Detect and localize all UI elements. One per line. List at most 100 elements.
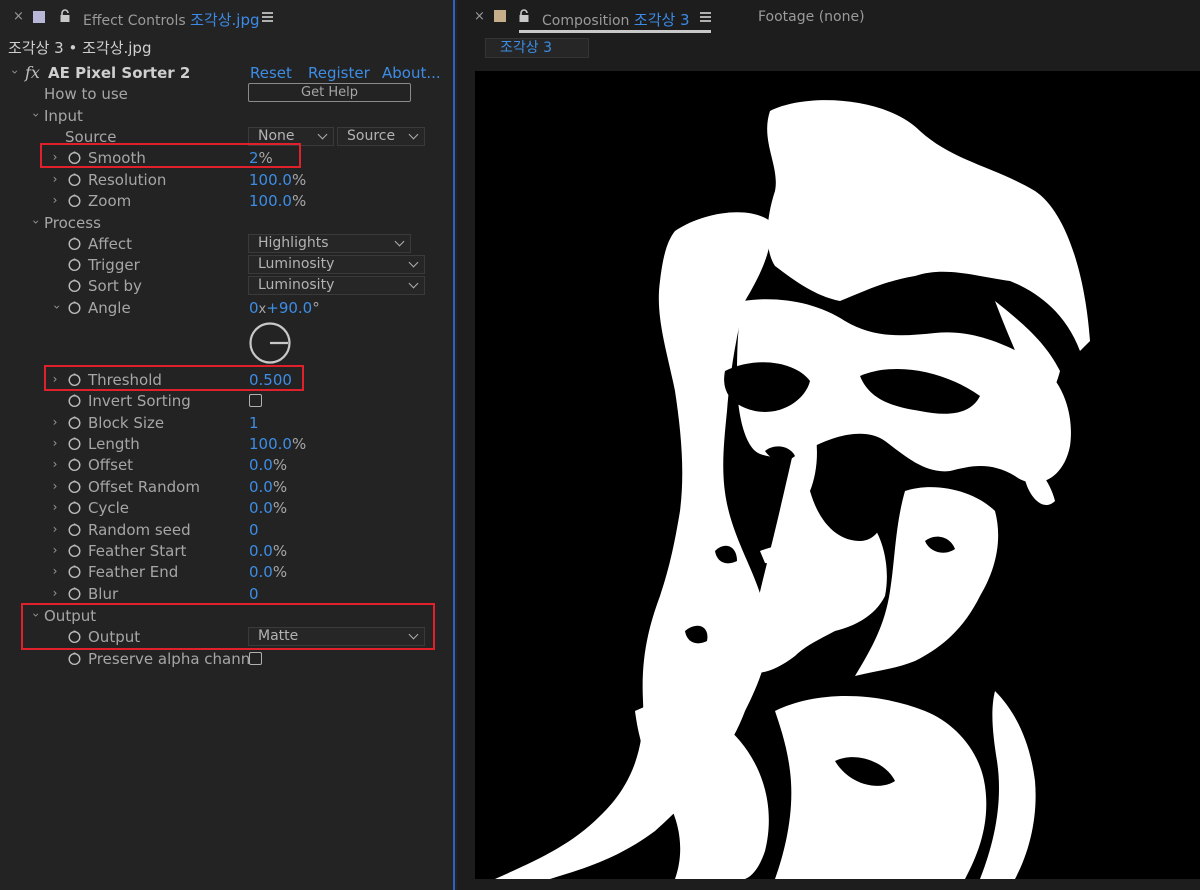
highlight-box-smooth	[40, 143, 301, 168]
effect-header: › fx AE Pixel Sorter 2 Reset Register Ab…	[0, 62, 453, 84]
lock-icon[interactable]	[59, 9, 71, 23]
close-icon[interactable]: ×	[474, 9, 485, 24]
length-unit: %	[291, 435, 307, 453]
register-link[interactable]: Register	[308, 64, 370, 82]
composition-viewer[interactable]	[475, 71, 1200, 879]
stopwatch-icon[interactable]	[68, 458, 81, 471]
affect-value: Highlights	[258, 235, 329, 251]
stopwatch-icon[interactable]	[68, 416, 81, 429]
chevron-down-icon[interactable]: ›	[29, 217, 43, 227]
stopwatch-icon[interactable]	[68, 394, 81, 407]
feather-start-value-field[interactable]: 0.0%	[249, 542, 287, 560]
resolution-row: › Resolution 100.0%	[0, 170, 453, 191]
how-to-use-label: How to use	[44, 85, 128, 103]
reset-link[interactable]: Reset	[250, 64, 292, 82]
cycle-value[interactable]: 0.0	[249, 499, 273, 517]
block-size-row: › Block Size 1	[0, 413, 453, 434]
blur-value[interactable]: 0	[249, 585, 259, 603]
resolution-value-field[interactable]: 100.0%	[249, 171, 306, 189]
offset-unit: %	[272, 456, 288, 474]
tab-composition[interactable]: Composition 조각상 3	[542, 9, 690, 30]
zoom-unit: %	[291, 192, 307, 210]
chevron-right-icon[interactable]: ›	[50, 436, 60, 450]
stopwatch-icon[interactable]	[68, 173, 81, 186]
feather-start-value[interactable]: 0.0	[249, 542, 273, 560]
chevron-right-icon[interactable]: ›	[50, 500, 60, 514]
close-icon[interactable]: ×	[13, 9, 24, 24]
affect-label: Affect	[88, 235, 132, 253]
process-group-row[interactable]: › Process	[0, 213, 453, 234]
preserve-alpha-checkbox[interactable]	[249, 652, 262, 665]
resolution-value[interactable]: 100.0	[249, 171, 292, 189]
length-value[interactable]: 100.0	[249, 435, 292, 453]
trigger-row: Trigger Luminosity	[0, 255, 453, 276]
feather-end-value-field[interactable]: 0.0%	[249, 563, 287, 581]
chevron-down-icon[interactable]: ›	[8, 67, 22, 77]
affect-dropdown[interactable]: Highlights	[248, 234, 411, 253]
zoom-value-field[interactable]: 100.0%	[249, 192, 306, 210]
stopwatch-icon[interactable]	[68, 587, 81, 600]
stopwatch-icon[interactable]	[68, 437, 81, 450]
chevron-right-icon[interactable]: ›	[50, 522, 60, 536]
angle-value-field[interactable]: 0x+90.0°	[249, 299, 320, 317]
angle-revolutions[interactable]: 0	[249, 299, 259, 317]
chevron-down-icon[interactable]: ›	[50, 302, 64, 312]
hamburger-menu-icon[interactable]	[262, 12, 273, 25]
zoom-value[interactable]: 100.0	[249, 192, 292, 210]
chevron-right-icon[interactable]: ›	[50, 564, 60, 578]
source-mode-dropdown[interactable]: Source	[337, 127, 425, 146]
tab-effect-controls-file: 조각상.jpg	[190, 11, 260, 29]
stopwatch-icon[interactable]	[68, 523, 81, 536]
stopwatch-icon[interactable]	[68, 501, 81, 514]
about-link[interactable]: About...	[382, 64, 441, 82]
effect-name[interactable]: AE Pixel Sorter 2	[48, 64, 190, 82]
chevron-right-icon[interactable]: ›	[50, 415, 60, 429]
stopwatch-icon[interactable]	[68, 301, 81, 314]
block-size-value[interactable]: 1	[249, 414, 259, 432]
feather-end-value[interactable]: 0.0	[249, 563, 273, 581]
chevron-down-icon	[317, 129, 328, 140]
random-seed-value[interactable]: 0	[249, 521, 259, 539]
offset-random-value[interactable]: 0.0	[249, 478, 273, 496]
stopwatch-icon[interactable]	[68, 258, 81, 271]
sort-by-dropdown[interactable]: Luminosity	[248, 276, 425, 295]
offset-random-value-field[interactable]: 0.0%	[249, 478, 287, 496]
stopwatch-icon[interactable]	[68, 480, 81, 493]
length-label: Length	[88, 435, 140, 453]
chevron-down-icon[interactable]: ›	[29, 110, 43, 120]
tab-footage[interactable]: Footage (none)	[758, 9, 865, 25]
trigger-dropdown[interactable]: Luminosity	[248, 255, 425, 274]
stopwatch-icon[interactable]	[68, 544, 81, 557]
lock-icon[interactable]	[518, 9, 530, 23]
length-value-field[interactable]: 100.0%	[249, 435, 306, 453]
source-layer-value: None	[258, 128, 295, 144]
fx-icon[interactable]: fx	[25, 63, 40, 82]
zoom-row: › Zoom 100.0%	[0, 191, 453, 212]
offset-value[interactable]: 0.0	[249, 456, 273, 474]
chevron-right-icon[interactable]: ›	[50, 193, 60, 207]
tab-effect-controls[interactable]: Effect Controls 조각상.jpg	[83, 9, 260, 30]
get-help-button[interactable]: Get Help	[248, 83, 411, 102]
chevron-right-icon[interactable]: ›	[50, 543, 60, 557]
angle-dial[interactable]	[248, 321, 292, 365]
label-color-swatch	[494, 10, 506, 22]
chevron-right-icon[interactable]: ›	[50, 172, 60, 186]
layer-path: 조각상 3 • 조각상.jpg	[8, 39, 152, 57]
stopwatch-icon[interactable]	[68, 237, 81, 250]
cycle-value-field[interactable]: 0.0%	[249, 499, 287, 517]
chevron-right-icon[interactable]: ›	[50, 479, 60, 493]
chevron-right-icon[interactable]: ›	[50, 457, 60, 471]
input-group-row[interactable]: › Input	[0, 106, 453, 127]
stopwatch-icon[interactable]	[68, 652, 81, 665]
stopwatch-icon[interactable]	[68, 194, 81, 207]
blur-label: Blur	[88, 585, 119, 603]
source-mode-value: Source	[347, 128, 396, 144]
offset-value-field[interactable]: 0.0%	[249, 456, 287, 474]
composition-name-tab[interactable]: 조각상 3	[485, 38, 589, 58]
stopwatch-icon[interactable]	[68, 279, 81, 292]
stopwatch-icon[interactable]	[68, 565, 81, 578]
angle-degrees[interactable]: +90.0	[266, 299, 312, 317]
invert-sorting-checkbox[interactable]	[249, 394, 262, 407]
hamburger-menu-icon[interactable]	[700, 12, 711, 25]
chevron-right-icon[interactable]: ›	[50, 586, 60, 600]
